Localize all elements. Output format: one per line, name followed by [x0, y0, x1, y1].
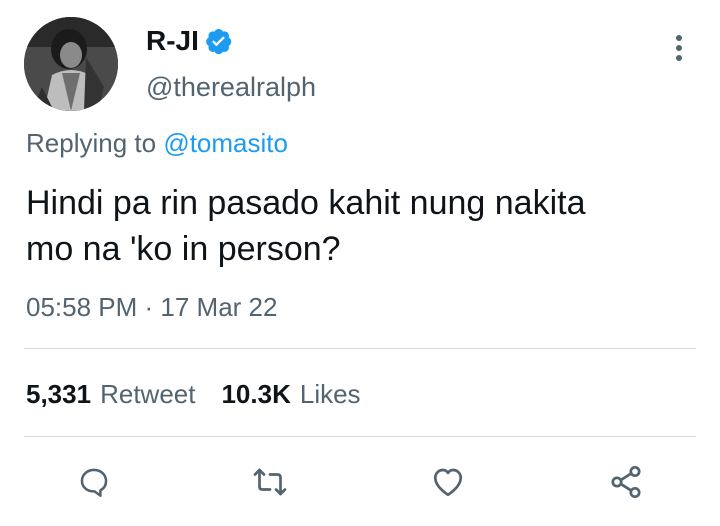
tweet-stats: 5,331 Retweet 10.3K Likes [26, 377, 361, 411]
tweet-text-line-1: Hindi pa rin pasado kahit nung nakita [26, 184, 586, 222]
avatar[interactable] [24, 17, 118, 111]
likes-count[interactable]: 10.3K [221, 377, 290, 411]
retweet-label[interactable]: Retweet [100, 377, 195, 411]
reply-icon[interactable] [74, 462, 114, 502]
divider-top [24, 348, 696, 349]
verified-badge-icon [205, 27, 233, 55]
heart-icon[interactable] [428, 462, 468, 502]
tweet-text-line-2: mo na 'ko in person? [26, 230, 341, 268]
tweet-timestamp[interactable]: 05:58 PM · 17 Mar 22 [26, 290, 277, 324]
replying-to-line: Replying to @tomasito [26, 126, 288, 160]
likes-label[interactable]: Likes [300, 377, 361, 411]
display-name[interactable]: R-JI [146, 24, 199, 58]
replying-to-label: Replying to [26, 128, 157, 158]
avatar-image [24, 17, 118, 111]
retweet-count[interactable]: 5,331 [26, 377, 91, 411]
tweet-text: Hindi pa rin pasado kahit nung nakita mo… [26, 180, 696, 272]
divider-bottom [24, 436, 696, 437]
replying-to-mention-link[interactable]: @tomasito [163, 128, 288, 158]
user-handle[interactable]: @therealralph [146, 70, 316, 104]
more-vertical-icon[interactable] [664, 28, 694, 68]
display-name-row[interactable]: R-JI [146, 24, 233, 58]
share-icon[interactable] [606, 462, 646, 502]
retweet-icon[interactable] [250, 462, 290, 502]
